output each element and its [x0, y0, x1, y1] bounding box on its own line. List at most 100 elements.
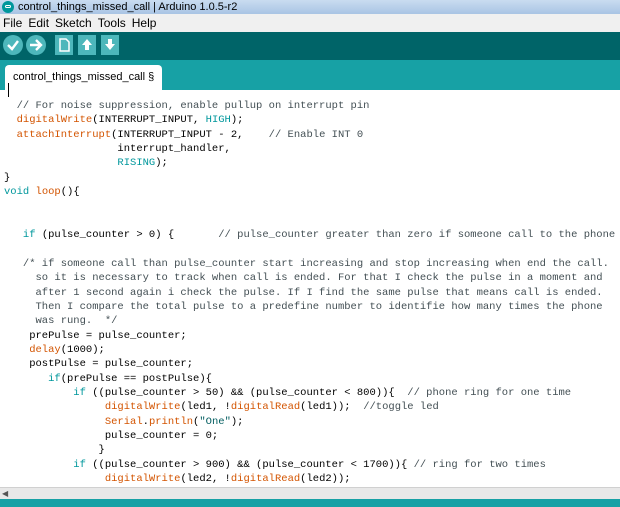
- tab-sketch[interactable]: control_things_missed_call §: [5, 65, 163, 90]
- code-token: (1000);: [60, 343, 105, 356]
- code-line[interactable]: if(prePulse == postPulse){: [4, 372, 212, 386]
- code-token: interrupt_handler,: [4, 143, 231, 156]
- code-line[interactable]: Serial.println("One");: [4, 415, 244, 429]
- code-token: (INTERRUPT_INPUT,: [92, 114, 206, 127]
- code-token: // phone ring for one time: [407, 387, 572, 399]
- code-line[interactable]: digitalWrite(INTERRUPT_INPUT, HIGH);: [4, 113, 244, 127]
- menu-bar: File Edit Sketch Tools Help: [0, 14, 620, 32]
- code-token: (INTERRUPT_INPUT - 2,: [111, 128, 269, 141]
- code-token: if: [4, 458, 86, 471]
- code-token: (pulse_counter > 0) {: [35, 229, 219, 242]
- code-token: // For noise suppression, enable pullup …: [4, 100, 370, 112]
- code-token: /* if someone call than pulse_counter st…: [4, 257, 609, 270]
- code-token: if: [4, 372, 61, 385]
- menu-file[interactable]: File: [0, 14, 25, 32]
- code-token: );: [155, 157, 168, 170]
- code-token: (led1));: [300, 401, 364, 414]
- status-bar: [0, 499, 620, 507]
- code-line[interactable]: prePulse = pulse_counter;: [4, 329, 187, 343]
- code-token: if: [4, 387, 86, 399]
- code-token: attachInterrupt: [4, 128, 112, 141]
- toolbar: [0, 32, 620, 60]
- code-token: println: [148, 415, 194, 428]
- verify-button[interactable]: [3, 35, 23, 55]
- save-button[interactable]: [101, 35, 119, 55]
- code-token: pulse_counter = 0;: [4, 430, 219, 443]
- code-token: Then I compare the total pulse to a pred…: [4, 300, 603, 313]
- code-line[interactable]: Then I compare the total pulse to a pred…: [4, 300, 603, 314]
- scroll-left-icon[interactable]: ◀: [2, 490, 8, 498]
- code-token: );: [230, 114, 244, 127]
- code-line[interactable]: postPulse = pulse_counter;: [4, 357, 193, 371]
- code-token: Serial: [4, 415, 143, 428]
- code-token: (led2, !: [180, 473, 231, 486]
- code-token: // ring for two times: [413, 458, 546, 471]
- text-cursor: [8, 83, 9, 97]
- menu-help[interactable]: Help: [129, 14, 160, 32]
- code-token: delay: [4, 343, 61, 356]
- code-token: (led1, !: [180, 401, 231, 414]
- code-line[interactable]: delay(1000);: [4, 343, 105, 357]
- code-line[interactable]: /* if someone call than pulse_counter st…: [4, 257, 609, 271]
- code-token: was rung. */: [4, 315, 118, 328]
- code-line[interactable]: pulse_counter = 0;: [4, 429, 218, 443]
- code-line[interactable]: if ((pulse_counter > 50) && (pulse_count…: [4, 386, 571, 400]
- code-token: postPulse = pulse_counter;: [4, 358, 194, 371]
- code-token: }: [4, 171, 11, 184]
- code-line[interactable]: digitalWrite(led2, !digitalRead(led2));: [4, 472, 351, 486]
- new-button[interactable]: [55, 35, 73, 55]
- code-line[interactable]: interrupt_handler,: [4, 142, 231, 156]
- code-token: (prePulse == postPulse){: [60, 372, 212, 385]
- code-line[interactable]: digitalWrite(led1, !digitalRead(led1)); …: [4, 400, 439, 414]
- code-token: so it is necessary to track when call is…: [4, 272, 603, 285]
- title-bar: control_things_missed_call | Arduino 1.0…: [0, 0, 620, 14]
- code-line[interactable]: attachInterrupt(INTERRUPT_INPUT - 2, // …: [4, 128, 364, 142]
- menu-tools[interactable]: Tools: [95, 14, 129, 32]
- code-token: (){: [60, 186, 80, 199]
- code-token: "One": [199, 415, 231, 428]
- code-token: );: [230, 415, 244, 428]
- code-token: if: [4, 229, 36, 242]
- code-token: RISING: [4, 157, 156, 170]
- code-line[interactable]: RISING);: [4, 156, 168, 170]
- code-token: HIGH: [205, 114, 231, 127]
- menu-sketch[interactable]: Sketch: [52, 14, 95, 32]
- code-line[interactable]: }: [4, 171, 10, 185]
- download-arrow-icon: [105, 39, 115, 50]
- code-token: //toggle led: [363, 401, 439, 414]
- code-line[interactable]: was rung. */: [4, 314, 118, 328]
- code-editor[interactable]: // For noise suppression, enable pullup …: [0, 90, 620, 487]
- code-token: digitalWrite: [4, 401, 181, 414]
- tab-strip: control_things_missed_call §: [0, 60, 620, 90]
- code-line[interactable]: // For noise suppression, enable pullup …: [4, 99, 370, 113]
- code-token: digitalRead: [230, 473, 301, 486]
- arrow-right-icon: [30, 39, 43, 51]
- code-line[interactable]: so it is necessary to track when call is…: [4, 271, 603, 285]
- arduino-logo-icon: [2, 1, 14, 13]
- upload-arrow-icon: [82, 39, 92, 50]
- code-line[interactable]: if ((pulse_counter > 900) && (pulse_coun…: [4, 458, 546, 472]
- code-token: (led2));: [300, 473, 351, 486]
- code-token: digitalWrite: [4, 114, 93, 127]
- window-title: control_things_missed_call | Arduino 1.0…: [18, 1, 238, 13]
- code-line[interactable]: void loop(){: [4, 185, 80, 199]
- code-token: // pulse_counter greater than zero if so…: [218, 229, 616, 242]
- code-token: loop: [35, 186, 61, 199]
- code-line[interactable]: }: [4, 443, 105, 457]
- code-token: after 1 second again i check the pulse. …: [4, 286, 603, 299]
- code-token: digitalRead: [230, 401, 301, 414]
- code-token: ((pulse_counter > 900) && (pulse_counter…: [85, 458, 414, 471]
- code-line[interactable]: after 1 second again i check the pulse. …: [4, 286, 603, 300]
- code-line[interactable]: if (pulse_counter > 0) { // pulse_counte…: [4, 228, 615, 242]
- code-token: }: [4, 444, 105, 457]
- upload-button[interactable]: [26, 35, 46, 55]
- open-button[interactable]: [78, 35, 96, 55]
- code-token: void: [4, 186, 30, 199]
- new-file-icon: [59, 38, 70, 52]
- check-icon: [7, 40, 19, 51]
- menu-edit[interactable]: Edit: [25, 14, 52, 32]
- code-token: ((pulse_counter > 50) && (pulse_counter …: [85, 387, 408, 399]
- code-token: prePulse = pulse_counter;: [4, 329, 187, 342]
- code-token: digitalWrite: [4, 473, 181, 486]
- code-token: // Enable INT 0: [268, 128, 364, 141]
